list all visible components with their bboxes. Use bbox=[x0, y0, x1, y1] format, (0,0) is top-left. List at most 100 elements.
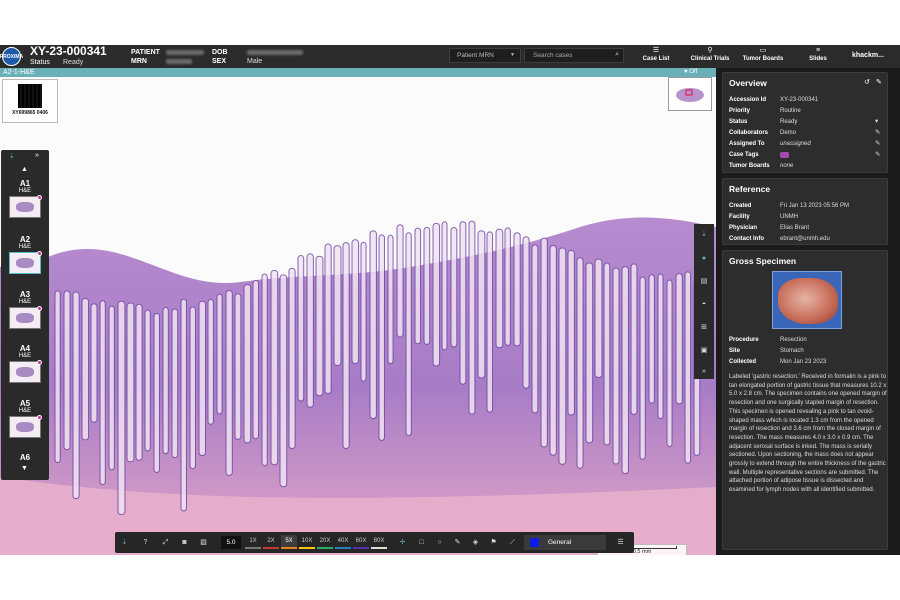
gland-crypt bbox=[432, 222, 441, 367]
gland-crypt bbox=[594, 258, 603, 378]
slide-name: A1 bbox=[19, 179, 31, 188]
case-tag-badge[interactable] bbox=[780, 152, 789, 158]
slide-status-dot bbox=[37, 415, 42, 420]
search-icon[interactable]: ⌕ bbox=[615, 51, 619, 59]
edit-tags-icon[interactable]: ✎ bbox=[875, 150, 880, 160]
zoom-80x-button[interactable]: 80X bbox=[371, 535, 387, 549]
slide-stain: H&E bbox=[18, 299, 32, 305]
gross-specimen-photo[interactable] bbox=[772, 271, 842, 329]
tray-scroll-up-icon[interactable]: ▲ bbox=[21, 166, 28, 173]
zoom-5x-button[interactable]: 5X bbox=[281, 535, 297, 549]
gland-crypt bbox=[666, 279, 673, 448]
edit-icon[interactable]: ✎ bbox=[876, 78, 882, 86]
tray-pin-icon[interactable]: ⇣ bbox=[9, 152, 15, 160]
annotation-layer-select[interactable]: General bbox=[524, 535, 606, 550]
overview-row: Case Tags ✎ bbox=[729, 150, 881, 160]
gland-crypt bbox=[621, 266, 629, 475]
comments-icon[interactable]: ▤ bbox=[698, 276, 710, 288]
report-icon[interactable]: ▣ bbox=[698, 345, 710, 357]
gland-crypt bbox=[630, 263, 638, 416]
slide-minimap[interactable] bbox=[668, 77, 712, 111]
app-logo[interactable]: PROXIMA bbox=[0, 47, 23, 66]
camera-icon[interactable]: ◙ bbox=[179, 537, 190, 548]
tray-slide-a3[interactable]: A3 H&E bbox=[4, 290, 46, 329]
gland-crypt bbox=[261, 273, 268, 467]
search-type-value: Patient MRN bbox=[457, 52, 494, 59]
person-icon: ⚲ bbox=[707, 47, 713, 54]
tray-scroll-down-icon[interactable]: ▼ bbox=[21, 465, 28, 472]
tray-expand-icon[interactable]: » bbox=[35, 152, 39, 159]
tray-slide-a2[interactable]: A2 H&E bbox=[4, 235, 46, 274]
gland-crypt bbox=[585, 262, 594, 444]
nav-slides[interactable]: ≡ Slides bbox=[806, 46, 830, 67]
crosshair-icon[interactable]: ✛ bbox=[397, 537, 408, 548]
ruler-tool-icon[interactable]: ⟋ bbox=[507, 537, 518, 548]
zoom-60x-button[interactable]: 60X bbox=[353, 535, 369, 549]
info-icon[interactable]: ● bbox=[698, 253, 710, 265]
gross-row: Collected Mon Jan 23 2023 bbox=[729, 359, 827, 365]
zoom-10x-button[interactable]: 10X bbox=[299, 535, 315, 549]
zoom-20x-button[interactable]: 20X bbox=[317, 535, 333, 549]
zoom-40x-button[interactable]: 40X bbox=[335, 535, 351, 549]
patient-name-redacted bbox=[166, 50, 204, 55]
reference-row: Contact Info ebrant@unmh.edu bbox=[729, 236, 830, 242]
overview-card: Overview ↺ ✎ Accession Id XY-23-000341 Pr… bbox=[722, 72, 888, 173]
gland-crypt bbox=[513, 232, 521, 347]
layers-menu-icon[interactable]: ☰ bbox=[615, 537, 626, 548]
nav-label: Case List bbox=[642, 56, 670, 62]
zoom-value-input[interactable]: 5.0 bbox=[221, 536, 241, 549]
edit-collaborators-icon[interactable]: ✎ bbox=[875, 128, 880, 138]
tray-slide-a6[interactable]: A6 bbox=[4, 453, 46, 462]
slide-status-dot bbox=[37, 195, 42, 200]
gland-crypt bbox=[423, 226, 431, 345]
gland-crypt bbox=[360, 241, 367, 382]
zoom-2x-button[interactable]: 2X bbox=[263, 535, 279, 549]
marker-tool-icon[interactable]: ⚑ bbox=[488, 537, 499, 548]
pin-icon[interactable]: ⇣ bbox=[119, 537, 130, 548]
collapse-panel-icon[interactable]: » bbox=[698, 366, 710, 378]
gross-row: Site Stomach bbox=[729, 348, 804, 354]
slide-name: A4 bbox=[19, 344, 31, 353]
nav-tumor-boards[interactable]: ▭ Tumor Boards bbox=[740, 46, 786, 67]
scale-label: 0.5 mm bbox=[632, 549, 652, 555]
tray-slide-a1[interactable]: A1 H&E bbox=[4, 179, 46, 218]
overlay-toggle[interactable]: ♥ Off bbox=[684, 68, 697, 77]
rectangle-tool-icon[interactable]: □ bbox=[416, 537, 427, 548]
reference-row: Physician Elias Brant bbox=[729, 225, 810, 231]
edit-assignee-icon[interactable]: ✎ bbox=[875, 139, 880, 149]
tray-slide-a4[interactable]: A4 H&E bbox=[4, 344, 46, 383]
pin-icon[interactable]: ⇣ bbox=[698, 229, 710, 241]
tray-slide-a5[interactable]: A5 H&E bbox=[4, 399, 46, 438]
chat-icon[interactable]: ◓ bbox=[698, 299, 710, 311]
status-dropdown-icon[interactable]: ▾ bbox=[875, 117, 878, 127]
viewer-side-toolbar: ⇣ ● ▤ ◓ ⊞ ▣ » bbox=[694, 224, 714, 379]
fullscreen-icon[interactable]: ⤢ bbox=[160, 537, 171, 548]
fill-tool-icon[interactable]: ◈ bbox=[470, 537, 481, 548]
slide-viewer[interactable]: XY699865 0406 0.5 mm bbox=[0, 77, 716, 555]
search-type-select[interactable]: Patient MRN ▼ bbox=[449, 48, 521, 63]
tissue-image[interactable] bbox=[0, 77, 716, 555]
circle-tool-icon[interactable]: ○ bbox=[434, 537, 445, 548]
hierarchy-icon[interactable]: ⊞ bbox=[698, 322, 710, 334]
viewer-bottom-toolbar: ⇣ ? ⤢ ◙ ▨ 5.0 1X 2X 5X 10X 20X 40X 60X 8… bbox=[115, 532, 634, 553]
gland-crypt bbox=[243, 284, 252, 444]
reference-title: Reference bbox=[729, 184, 771, 194]
nav-case-list[interactable]: ☰ Case List bbox=[640, 46, 672, 67]
gland-crypt bbox=[603, 262, 611, 446]
user-menu[interactable]: khackm... bbox=[852, 52, 884, 59]
image-icon[interactable]: ▨ bbox=[198, 537, 209, 548]
help-icon[interactable]: ? bbox=[140, 537, 151, 548]
gland-crypt bbox=[108, 305, 115, 471]
zoom-1x-button[interactable]: 1X bbox=[245, 535, 261, 549]
gland-crypt bbox=[378, 234, 385, 441]
pen-tool-icon[interactable]: ✎ bbox=[452, 537, 463, 548]
case-search-input[interactable]: Search cases ⌕ bbox=[524, 48, 624, 63]
gland-crypt bbox=[81, 298, 90, 441]
gross-specimen-card: Gross Specimen Procedure Resection Site St… bbox=[722, 250, 888, 550]
overview-row[interactable]: Status Ready ▾ bbox=[729, 117, 885, 127]
gland-crypt bbox=[63, 290, 71, 451]
gland-crypt bbox=[342, 242, 350, 450]
nav-clinical-trials[interactable]: ⚲ Clinical Trials bbox=[688, 46, 732, 67]
gland-crypt bbox=[657, 273, 664, 420]
history-icon[interactable]: ↺ bbox=[864, 78, 870, 86]
